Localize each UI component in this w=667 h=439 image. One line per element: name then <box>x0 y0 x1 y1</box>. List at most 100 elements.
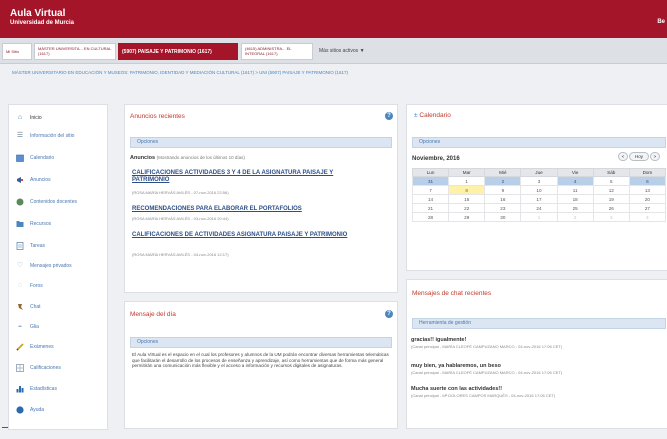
calendar-day[interactable]: 16 <box>484 194 522 204</box>
calendar-day-outside-month[interactable]: 4 <box>628 212 667 222</box>
sidebar-item-recursos[interactable]: Recursos <box>9 215 109 233</box>
calendar-day-outside-month[interactable]: 3 <box>592 212 630 222</box>
calendar-day[interactable]: 29 <box>448 212 486 222</box>
calendar-day[interactable]: 4 <box>556 176 594 186</box>
calendar-day[interactable]: 1 <box>448 176 486 186</box>
calendar-day[interactable]: 5 <box>592 176 630 186</box>
calendar-day[interactable]: 13 <box>628 185 667 195</box>
calendar-next-button[interactable]: > <box>650 152 660 161</box>
calendar-prev-button[interactable]: < <box>618 152 628 161</box>
tab-administracion[interactable]: (4615) ADMINISTRA... EL INTEGRAL (1617) <box>241 43 313 60</box>
tab-master-site[interactable]: MÁSTER UNIVERSITA... EN CULTURAL (1617) <box>34 43 116 60</box>
calendar-day[interactable]: 10 <box>520 185 558 195</box>
announcement-link-1[interactable]: CALIFICACIONES ACTIVIDADES 3 Y 4 DE LA A… <box>132 170 362 184</box>
sidebar-item-label: Estadísticas <box>30 386 57 392</box>
calendar-day[interactable]: 11 <box>556 185 594 195</box>
calendar-day[interactable]: 22 <box>448 203 486 213</box>
calendar-day[interactable]: 20 <box>628 194 667 204</box>
sidebar-item-informacion[interactable]: ☰ Información del sitio <box>9 127 109 145</box>
calendar-day-outside-month[interactable]: 1 <box>520 212 558 222</box>
sidebar-item-estadisticas[interactable]: Estadísticas <box>9 380 109 398</box>
calendar-day[interactable]: 6 <box>628 176 667 186</box>
calendar-title: ± Calendario <box>414 112 451 119</box>
calendar-day-today[interactable]: 8 <box>448 185 486 195</box>
calendar-grid: Lun Mar Mié Jue Vie Sáb Dom 31 1 2 3 4 5… <box>411 168 667 222</box>
announcements-options-button[interactable]: Opciones <box>130 137 392 148</box>
calendar-day[interactable]: 18 <box>556 194 594 204</box>
top-header: Aula Virtual Universidad de Murcia Be <box>0 0 667 38</box>
calendar-day[interactable]: 2 <box>484 176 522 186</box>
megaphone-icon <box>16 176 24 184</box>
weekday-header: Jue <box>520 168 558 177</box>
calendar-day[interactable]: 14 <box>411 194 450 204</box>
announcement-meta-2: (ROSA MARÍA HERVÁS AVILÉS - 03-nov-2016 … <box>132 216 229 221</box>
calendar-day[interactable]: 26 <box>592 203 630 213</box>
sidebar-item-ayuda[interactable]: Ayuda <box>9 401 109 419</box>
weekday-header: Mar <box>448 168 486 177</box>
grades-icon <box>16 364 24 372</box>
sidebar-item-label: Glia <box>30 324 39 330</box>
announcements-help-icon[interactable]: ? <box>385 112 393 120</box>
calendar-title-label: Calendario <box>419 112 451 119</box>
sidebar-item-label: Chat <box>30 304 41 310</box>
calendar-day[interactable]: 28 <box>411 212 450 222</box>
sidebar-item-tareas[interactable]: Tareas <box>9 237 109 255</box>
calendar-day[interactable]: 31 <box>411 176 450 186</box>
weekday-header: Dom <box>628 168 667 177</box>
calendar-day-outside-month[interactable]: 2 <box>556 212 594 222</box>
more-sites-dropdown[interactable]: Más sitios activos ▼ <box>316 43 386 60</box>
sidebar-item-label: Calificaciones <box>30 365 61 371</box>
pencil-icon <box>16 343 24 351</box>
collapse-icon[interactable]: ± <box>414 112 418 119</box>
message-help-icon[interactable]: ? <box>385 310 393 318</box>
announcement-link-2[interactable]: RECOMENDACIONES PARA ELABORAR EL PORTAFO… <box>132 206 362 213</box>
sidebar-item-contenidos[interactable]: Contenidos docentes <box>9 193 109 211</box>
calendar-day[interactable]: 17 <box>520 194 558 204</box>
calendar-day[interactable]: 9 <box>484 185 522 195</box>
calendar-day[interactable]: 15 <box>448 194 486 204</box>
calendar-day[interactable]: 27 <box>628 203 667 213</box>
chat-panel <box>406 279 667 429</box>
calendar-day[interactable]: 19 <box>592 194 630 204</box>
sidebar-item-mensajes[interactable]: ♡ Mensajes privados <box>9 257 109 275</box>
calendar-day[interactable]: 21 <box>411 203 450 213</box>
chat-manage-button[interactable]: Herramienta de gestión <box>412 318 666 329</box>
sidebar-item-chat[interactable]: Chat <box>9 298 109 316</box>
tab-my-site[interactable]: Mi Sitio <box>2 43 32 60</box>
message-of-day-text: El Aula Virtual es el espacio en el cual… <box>132 352 389 369</box>
calendar-day[interactable]: 23 <box>484 203 522 213</box>
sidebar-item-glia[interactable]: •• Glia <box>9 318 109 336</box>
sidebar-item-calificaciones[interactable]: Calificaciones <box>9 359 109 377</box>
calendar-day[interactable]: 30 <box>484 212 522 222</box>
brand[interactable]: Aula Virtual Universidad de Murcia <box>10 9 74 27</box>
sidebar-item-inicio[interactable]: ⌂ Inicio <box>9 109 109 127</box>
calendar-day[interactable]: 24 <box>520 203 558 213</box>
user-link[interactable]: Be <box>657 19 665 25</box>
announcements-panel <box>124 104 398 293</box>
sidebar-item-label: Mensajes privados <box>30 263 72 269</box>
help-icon <box>16 406 24 414</box>
calendar-day[interactable]: 7 <box>411 185 450 195</box>
app-title: Aula Virtual <box>10 8 66 19</box>
glia-icon: •• <box>18 324 22 330</box>
sidebar-item-foros[interactable]: ◌ Foros <box>9 277 109 295</box>
chat-message-meta: (Canal principal - Mª DOLORES CAMPOS MAR… <box>411 393 556 398</box>
calendar-day[interactable]: 25 <box>556 203 594 213</box>
calendar-day[interactable]: 3 <box>520 176 558 186</box>
breadcrumb[interactable]: MÁSTER UNIVERSITARIO EN EDUCACIÓN Y MUSE… <box>12 70 652 75</box>
footer-divider <box>2 427 8 428</box>
sidebar-item-calendario[interactable]: Calendario <box>9 149 109 167</box>
calendar-today-button[interactable]: Hoy <box>629 152 649 161</box>
message-of-day-title: Mensaje del día <box>130 311 176 318</box>
sidebar-item-label: Inicio <box>30 115 42 121</box>
calendar-icon <box>16 154 24 162</box>
calendar-day[interactable]: 12 <box>592 185 630 195</box>
tab-paisaje-patrimonio[interactable]: (5907) PAISAJE Y PATRIMONIO (1617) <box>118 43 238 60</box>
sidebar-item-label: Información del sitio <box>30 133 75 139</box>
sidebar-item-examenes[interactable]: Exámenes <box>9 338 109 356</box>
calendar-options-button[interactable]: Opciones <box>412 137 666 148</box>
sidebar-item-anuncios[interactable]: Anuncios <box>9 171 109 189</box>
announcements-heading: Anuncios (Mostrando anuncios de los últi… <box>130 155 245 161</box>
announcement-link-3[interactable]: CALIFICACIONES DE ACTIVIDADES ASIGNATURA… <box>132 232 362 239</box>
message-options-button[interactable]: Opciones <box>130 337 392 348</box>
